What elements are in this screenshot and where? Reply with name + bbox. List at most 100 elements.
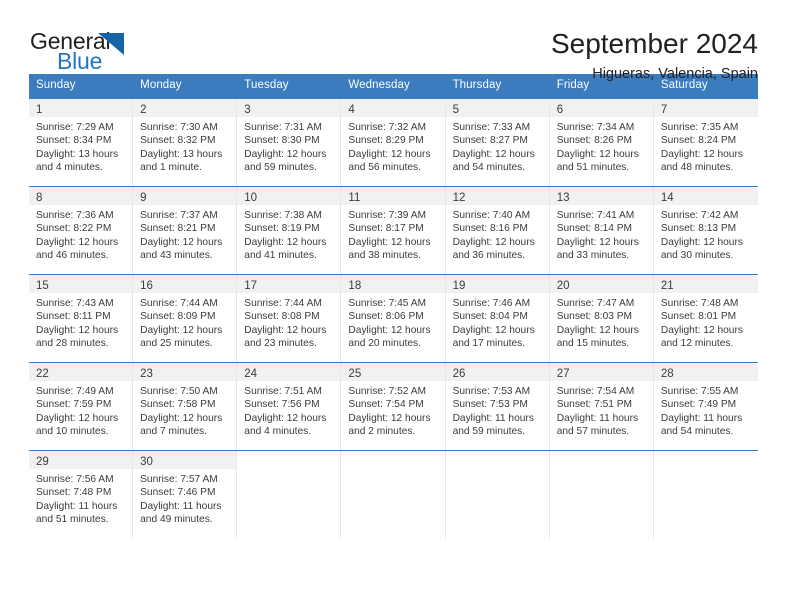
day-cell[interactable]: 20 Sunrise: 7:47 AM Sunset: 8:03 PM Dayligh… — [549, 274, 654, 362]
day-info: Sunrise: 7:55 AM Sunset: 7:49 PM Daylight:… — [654, 381, 758, 439]
day-cell[interactable]: 19 Sunrise: 7:46 AM Sunset: 8:04 PM Dayligh… — [445, 274, 550, 362]
daylight-text-line1: Daylight: 12 hours — [660, 236, 743, 248]
day-number-band — [237, 450, 341, 469]
daylight-text-line1: Daylight: 12 hours — [348, 324, 431, 336]
daylight-text-line1: Daylight: 12 hours — [452, 236, 535, 248]
day-number-band: 3 — [237, 98, 341, 117]
day-cell[interactable]: 10 Sunrise: 7:38 AM Sunset: 8:19 PM Dayligh… — [237, 186, 342, 274]
day-cell[interactable]: 26 Sunrise: 7:53 AM Sunset: 7:53 PM Dayligh… — [445, 362, 550, 450]
daylight-text-line1: Daylight: 11 hours — [36, 500, 118, 512]
daylight-text-line1: Daylight: 12 hours — [348, 412, 431, 424]
general-blue-logo[interactable]: General Blue — [30, 28, 142, 76]
day-info: Sunrise: 7:29 AM Sunset: 8:34 PM Daylight:… — [29, 117, 132, 175]
day-cell[interactable]: 15 Sunrise: 7:43 AM Sunset: 8:11 PM Dayligh… — [29, 274, 134, 362]
day-number-band: 27 — [549, 362, 653, 381]
daylight-text-line2: and 48 minutes. — [660, 162, 734, 174]
sunset-text: Sunset: 8:16 PM — [452, 223, 528, 235]
day-cell[interactable]: 11 Sunrise: 7:39 AM Sunset: 8:17 PM Dayligh… — [341, 186, 446, 274]
day-number: 19 — [452, 279, 466, 292]
day-cell[interactable]: 24 Sunrise: 7:51 AM Sunset: 7:56 PM Dayligh… — [237, 362, 342, 450]
sunset-text: Sunset: 8:04 PM — [452, 311, 528, 323]
day-cell[interactable]: 23 Sunrise: 7:50 AM Sunset: 7:58 PM Dayligh… — [133, 362, 238, 450]
day-cell-empty — [237, 450, 342, 538]
weekday-tuesday: Tuesday — [244, 79, 289, 91]
day-number-band — [549, 450, 653, 469]
day-number-band: 28 — [653, 362, 758, 381]
day-number: 29 — [36, 455, 49, 468]
day-number-band: 4 — [341, 98, 445, 117]
day-number: 8 — [36, 191, 43, 204]
page-header: General Blue September 2024 Higueras, Va… — [0, 0, 792, 82]
sunset-text: Sunset: 8:08 PM — [244, 311, 320, 323]
day-number: 26 — [452, 367, 466, 380]
daylight-text-line1: Daylight: 12 hours — [660, 324, 743, 336]
daylight-text-line2: and 4 minutes. — [36, 162, 103, 174]
sunset-text: Sunset: 8:29 PM — [348, 135, 424, 147]
day-number: 27 — [556, 367, 570, 380]
daylight-text-line2: and 30 minutes. — [660, 250, 734, 262]
day-cell[interactable]: 13 Sunrise: 7:41 AM Sunset: 8:14 PM Dayligh… — [549, 186, 654, 274]
daylight-text-line1: Daylight: 12 hours — [556, 324, 639, 336]
day-cell[interactable]: 21 Sunrise: 7:48 AM Sunset: 8:01 PM Dayligh… — [653, 274, 758, 362]
daylight-text-line2: and 36 minutes. — [452, 250, 526, 262]
day-cell[interactable]: 29 Sunrise: 7:56 AM Sunset: 7:48 PM Dayligh… — [29, 450, 134, 538]
daylight-text-line2: and 1 minute. — [140, 162, 202, 174]
day-info: Sunrise: 7:52 AM Sunset: 7:54 PM Daylight:… — [341, 381, 444, 439]
day-number: 30 — [140, 455, 153, 468]
day-cell[interactable]: 8 Sunrise: 7:36 AM Sunset: 8:22 PM Daylight… — [29, 186, 134, 274]
daylight-text-line1: Daylight: 12 hours — [348, 236, 431, 248]
sunset-text: Sunset: 7:48 PM — [36, 487, 112, 499]
day-cell[interactable]: 3 Sunrise: 7:31 AM Sunset: 8:30 PM Daylight… — [237, 98, 342, 186]
daylight-text-line2: and 43 minutes. — [140, 250, 213, 262]
day-number: 11 — [348, 191, 361, 204]
sunrise-text: Sunrise: 7:38 AM — [244, 209, 322, 221]
day-cell[interactable]: 1 Sunrise: 7:29 AM Sunset: 8:34 PM Daylight… — [29, 98, 134, 186]
calendar-week-row: 1 Sunrise: 7:29 AM Sunset: 8:34 PM Daylight… — [29, 98, 758, 186]
day-cell[interactable]: 6 Sunrise: 7:34 AM Sunset: 8:26 PM Daylight… — [549, 98, 654, 186]
sunset-text: Sunset: 7:58 PM — [140, 399, 216, 411]
day-number-band: 5 — [445, 98, 549, 117]
day-cell[interactable]: 28 Sunrise: 7:55 AM Sunset: 7:49 PM Dayligh… — [653, 362, 758, 450]
day-info: Sunrise: 7:37 AM Sunset: 8:21 PM Daylight:… — [133, 205, 236, 263]
day-cell[interactable]: 17 Sunrise: 7:44 AM Sunset: 8:08 PM Dayligh… — [237, 274, 342, 362]
day-number: 1 — [36, 103, 43, 116]
day-cell[interactable]: 9 Sunrise: 7:37 AM Sunset: 8:21 PM Daylight… — [133, 186, 238, 274]
day-cell[interactable]: 16 Sunrise: 7:44 AM Sunset: 8:09 PM Dayligh… — [133, 274, 238, 362]
day-cell[interactable]: 7 Sunrise: 7:35 AM Sunset: 8:24 PM Daylight… — [653, 98, 758, 186]
day-cell[interactable]: 2 Sunrise: 7:30 AM Sunset: 8:32 PM Daylight… — [133, 98, 238, 186]
day-cell[interactable]: 25 Sunrise: 7:52 AM Sunset: 7:54 PM Dayligh… — [341, 362, 446, 450]
day-number: 24 — [244, 367, 258, 380]
day-number: 3 — [244, 103, 251, 116]
sunset-text: Sunset: 8:11 PM — [36, 311, 111, 323]
day-number: 28 — [660, 367, 674, 380]
day-info: Sunrise: 7:32 AM Sunset: 8:29 PM Daylight:… — [341, 117, 444, 175]
sunset-text: Sunset: 7:49 PM — [660, 399, 737, 411]
day-cell[interactable]: 18 Sunrise: 7:45 AM Sunset: 8:06 PM Dayligh… — [341, 274, 446, 362]
day-cell[interactable]: 22 Sunrise: 7:49 AM Sunset: 7:59 PM Dayligh… — [29, 362, 134, 450]
sunrise-text: Sunrise: 7:52 AM — [348, 385, 427, 397]
day-info: Sunrise: 7:48 AM Sunset: 8:01 PM Daylight:… — [654, 293, 758, 351]
day-cell[interactable]: 12 Sunrise: 7:40 AM Sunset: 8:16 PM Dayligh… — [445, 186, 550, 274]
daylight-text-line1: Daylight: 11 hours — [140, 500, 222, 512]
day-cell[interactable]: 27 Sunrise: 7:54 AM Sunset: 7:51 PM Dayligh… — [549, 362, 654, 450]
sunrise-text: Sunrise: 7:36 AM — [36, 209, 114, 221]
day-cell[interactable]: 4 Sunrise: 7:32 AM Sunset: 8:29 PM Daylight… — [341, 98, 446, 186]
weekday-header-row: Sunday Monday Tuesday Wednesday Thursday… — [29, 74, 758, 99]
day-number-band: 23 — [133, 362, 237, 381]
daylight-text-line1: Daylight: 12 hours — [36, 412, 119, 424]
daylight-text-line2: and 41 minutes. — [244, 250, 317, 262]
day-number: 14 — [660, 191, 674, 204]
sunset-text: Sunset: 8:34 PM — [36, 135, 112, 147]
daylight-text-line2: and 54 minutes. — [452, 162, 526, 174]
day-number-band: 16 — [133, 274, 237, 293]
day-cell[interactable]: 14 Sunrise: 7:42 AM Sunset: 8:13 PM Dayligh… — [653, 186, 758, 274]
sunset-text: Sunset: 8:06 PM — [348, 311, 424, 323]
daylight-text-line2: and 59 minutes. — [244, 162, 317, 174]
daylight-text-line2: and 46 minutes. — [36, 250, 109, 262]
sunset-text: Sunset: 8:30 PM — [244, 135, 320, 147]
day-cell[interactable]: 5 Sunrise: 7:33 AM Sunset: 8:27 PM Daylight… — [445, 98, 550, 186]
sunset-text: Sunset: 8:19 PM — [244, 223, 320, 235]
sunset-text: Sunset: 7:46 PM — [140, 487, 216, 499]
day-cell[interactable]: 30 Sunrise: 7:57 AM Sunset: 7:46 PM Dayligh… — [133, 450, 238, 538]
day-info: Sunrise: 7:56 AM Sunset: 7:48 PM Daylight:… — [29, 469, 132, 527]
